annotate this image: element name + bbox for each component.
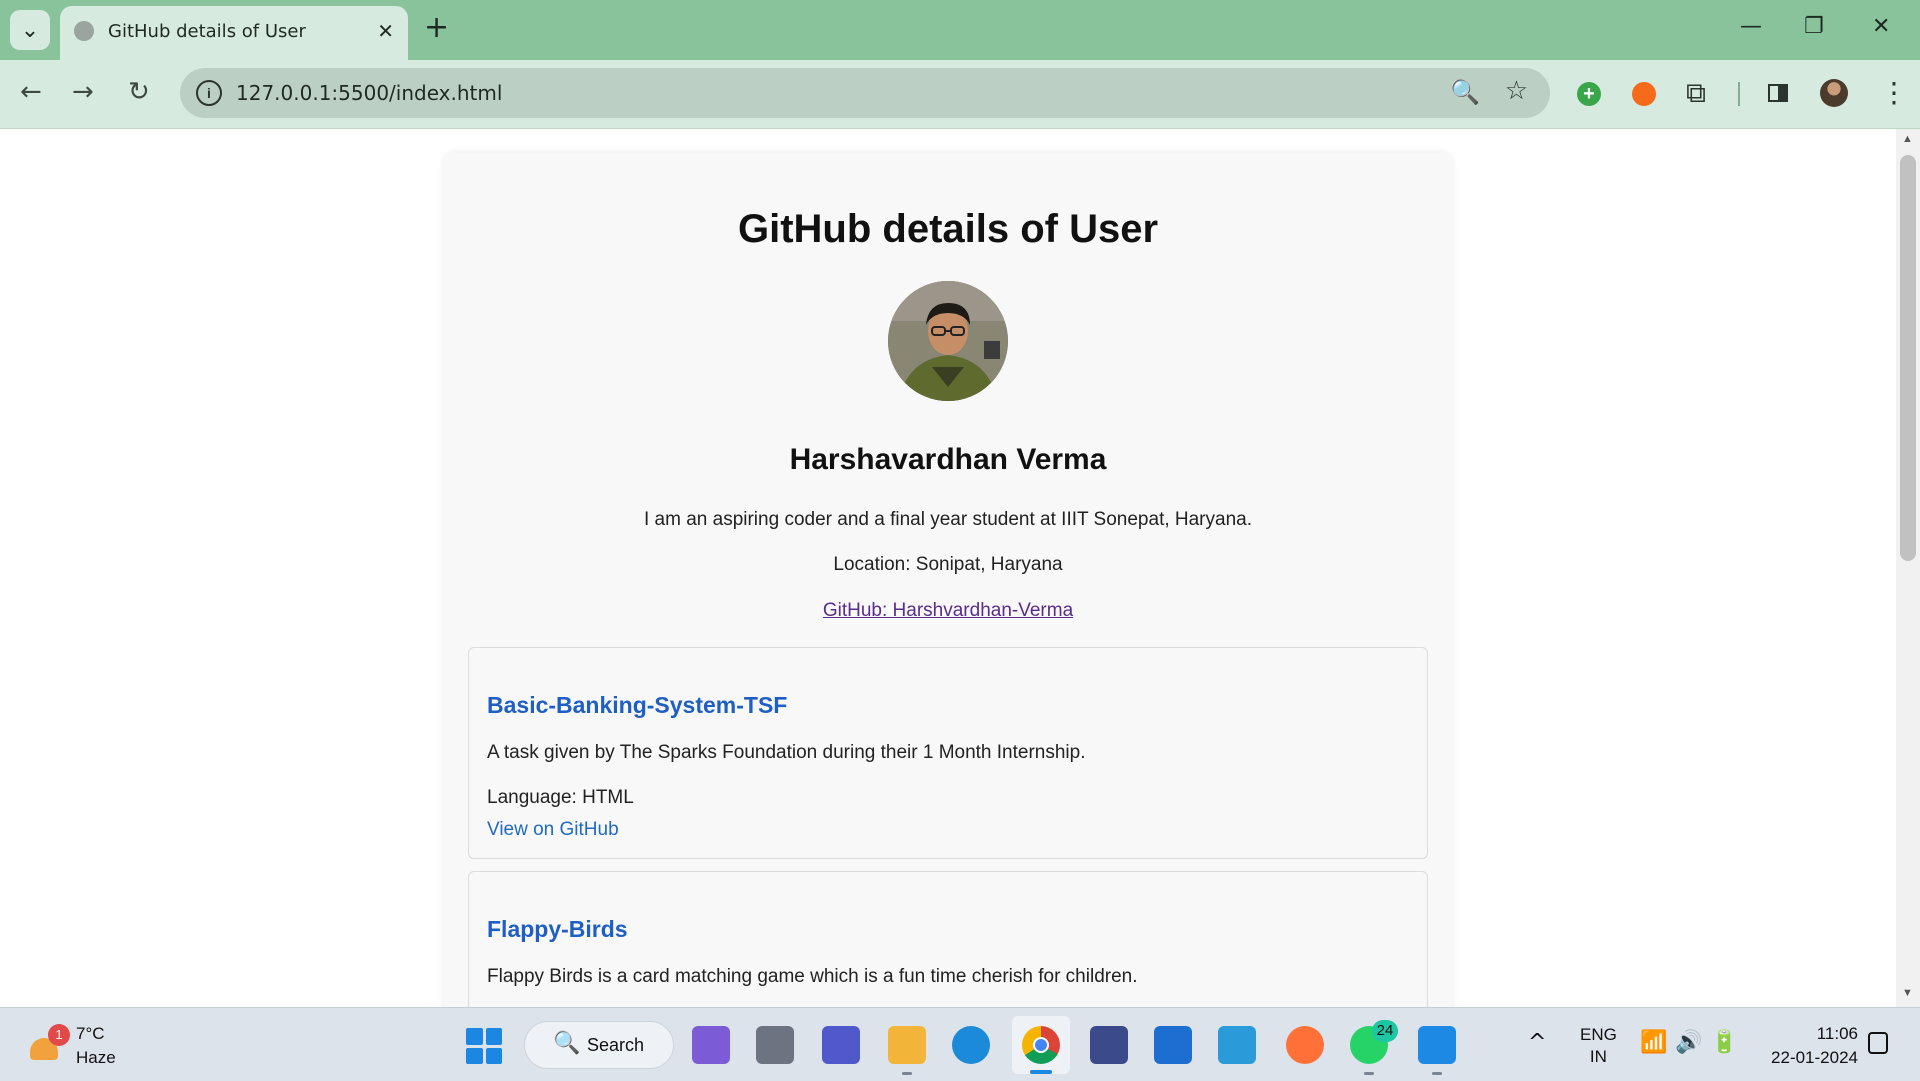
kebab-menu-icon[interactable]: ⋮	[1880, 76, 1908, 109]
whatsapp-unread-badge: 24	[1372, 1020, 1398, 1042]
system-clock[interactable]: 11:06 22-01-2024	[1762, 1022, 1858, 1070]
forward-icon[interactable]: →	[72, 78, 94, 106]
chrome-active-slot[interactable]	[1012, 1016, 1070, 1074]
start-tile	[485, 1028, 502, 1045]
user-name: Harshavardhan Verma	[789, 443, 1107, 476]
minimize-icon[interactable]: —	[1740, 14, 1762, 39]
extension-orange-icon[interactable]	[1632, 82, 1656, 106]
chrome-icon	[1022, 1026, 1060, 1064]
repo-card: Flappy-Birds Flappy Birds is a card matc…	[468, 871, 1428, 1007]
start-tile	[466, 1047, 483, 1064]
windows-taskbar: 1 7°C Haze 🔍 Search 24 ^ ENG IN 📶🔊🔋 11:0…	[0, 1007, 1920, 1081]
wifi-volume-battery-icons[interactable]: 📶🔊🔋	[1640, 1030, 1746, 1055]
page-viewport: GitHub details of User Harshavardhan Ver…	[0, 129, 1896, 1007]
clock-date: 22-01-2024	[1771, 1048, 1858, 1067]
user-avatar	[888, 281, 1008, 401]
devhome-icon[interactable]	[1090, 1026, 1128, 1064]
new-tab-button[interactable]: +	[424, 13, 449, 43]
user-photo	[888, 281, 1008, 401]
user-location: Location: Sonipat, Haryana	[833, 554, 1063, 575]
edge-icon[interactable]	[952, 1026, 990, 1064]
weather-icon[interactable]: 1	[26, 1024, 70, 1062]
tab-active[interactable]: GitHub details of User ✕	[60, 6, 408, 60]
firefox-icon[interactable]	[1286, 1026, 1324, 1064]
address-bar[interactable]: i 127.0.0.1:5500/index.html 🔍 ☆	[180, 68, 1550, 118]
file-explorer-icon[interactable]	[888, 1026, 926, 1075]
back-icon[interactable]: ←	[20, 78, 42, 106]
search-icon: 🔍	[553, 1031, 581, 1056]
taskbar-search[interactable]: 🔍 Search	[524, 1021, 674, 1069]
view-on-github-link[interactable]: View on GitHub	[487, 819, 619, 841]
page-scrollbar[interactable]: ▲ ▼	[1896, 129, 1920, 1007]
region-code: IN	[1589, 1047, 1607, 1066]
bookmark-star-icon[interactable]: ☆	[1505, 76, 1528, 106]
start-tile	[485, 1047, 502, 1064]
close-tab-icon[interactable]: ✕	[377, 19, 394, 43]
running-indicator	[1364, 1072, 1374, 1075]
tray-overflow-icon[interactable]: ^	[1528, 1030, 1546, 1055]
scrollbar-thumb[interactable]	[1900, 155, 1916, 561]
vscode-icon[interactable]	[1418, 1026, 1456, 1075]
start-tile	[466, 1028, 483, 1045]
running-indicator	[1432, 1072, 1442, 1075]
profile-card: GitHub details of User Harshavardhan Ver…	[444, 153, 1452, 1007]
repo-language: Language: HTML	[487, 787, 634, 808]
toolbar-divider	[1738, 82, 1740, 106]
weather-condition[interactable]: Haze	[76, 1048, 116, 1068]
window-close-icon[interactable]: ✕	[1872, 14, 1890, 39]
browser-toolbar: ← → ↻ i 127.0.0.1:5500/index.html 🔍 ☆ + …	[0, 60, 1920, 129]
clock-time: 11:06	[1816, 1024, 1858, 1043]
tab-strip: ⌄ GitHub details of User ✕ + — ❐ ✕	[0, 0, 1920, 60]
tab-search-button[interactable]: ⌄	[10, 10, 50, 50]
scroll-up-icon[interactable]: ▲	[1902, 133, 1913, 145]
remote-desktop-icon[interactable]	[1218, 1026, 1256, 1064]
weather-temperature[interactable]: 7°C	[76, 1024, 105, 1044]
chevron-down-icon: ⌄	[20, 17, 40, 43]
github-profile-link-row: GitHub: Harshvardhan-Verma	[444, 600, 1452, 622]
taskbar-search-label: Search	[587, 1035, 645, 1055]
weather-badge: 1	[48, 1024, 70, 1046]
side-panel-icon[interactable]	[1768, 84, 1788, 102]
repo-name[interactable]: Flappy-Birds	[487, 916, 628, 943]
globe-icon	[74, 21, 94, 41]
teams-icon[interactable]	[822, 1026, 860, 1064]
url-text[interactable]: 127.0.0.1:5500/index.html	[236, 81, 502, 105]
extensions-puzzle-icon[interactable]: ⧉	[1686, 76, 1706, 110]
scroll-down-icon[interactable]: ▼	[1902, 987, 1913, 999]
active-indicator	[1030, 1070, 1052, 1074]
tab-title: GitHub details of User	[108, 21, 306, 42]
user-bio: I am an aspiring coder and a final year …	[643, 509, 1252, 530]
profile-avatar-icon[interactable]	[1820, 79, 1848, 107]
mail-icon[interactable]	[1154, 1026, 1192, 1064]
repo-card: Basic-Banking-System-TSF A task given by…	[468, 647, 1428, 859]
site-info-icon[interactable]: i	[196, 80, 222, 106]
notification-icon[interactable]	[1868, 1032, 1888, 1054]
repo-description: A task given by The Sparks Foundation du…	[487, 742, 1086, 763]
language-code: ENG	[1580, 1025, 1617, 1044]
chrome-center	[1033, 1037, 1049, 1053]
input-language[interactable]: ENG IN	[1580, 1024, 1617, 1068]
repo-description: Flappy Birds is a card matching game whi…	[487, 966, 1138, 987]
windows-start-icon[interactable]	[466, 1028, 502, 1064]
task-view-icon[interactable]	[756, 1026, 794, 1064]
page-title: GitHub details of User	[737, 207, 1159, 251]
repo-name[interactable]: Basic-Banking-System-TSF	[487, 692, 787, 719]
copilot-icon[interactable]	[692, 1026, 730, 1064]
github-profile-link[interactable]: GitHub: Harshvardhan-Verma	[823, 600, 1073, 621]
restore-icon[interactable]: ❐	[1804, 14, 1824, 39]
reload-icon[interactable]: ↻	[128, 78, 150, 106]
zoom-icon[interactable]: 🔍	[1450, 78, 1480, 106]
extension-plus-icon[interactable]: +	[1577, 82, 1601, 106]
running-indicator	[902, 1072, 912, 1075]
